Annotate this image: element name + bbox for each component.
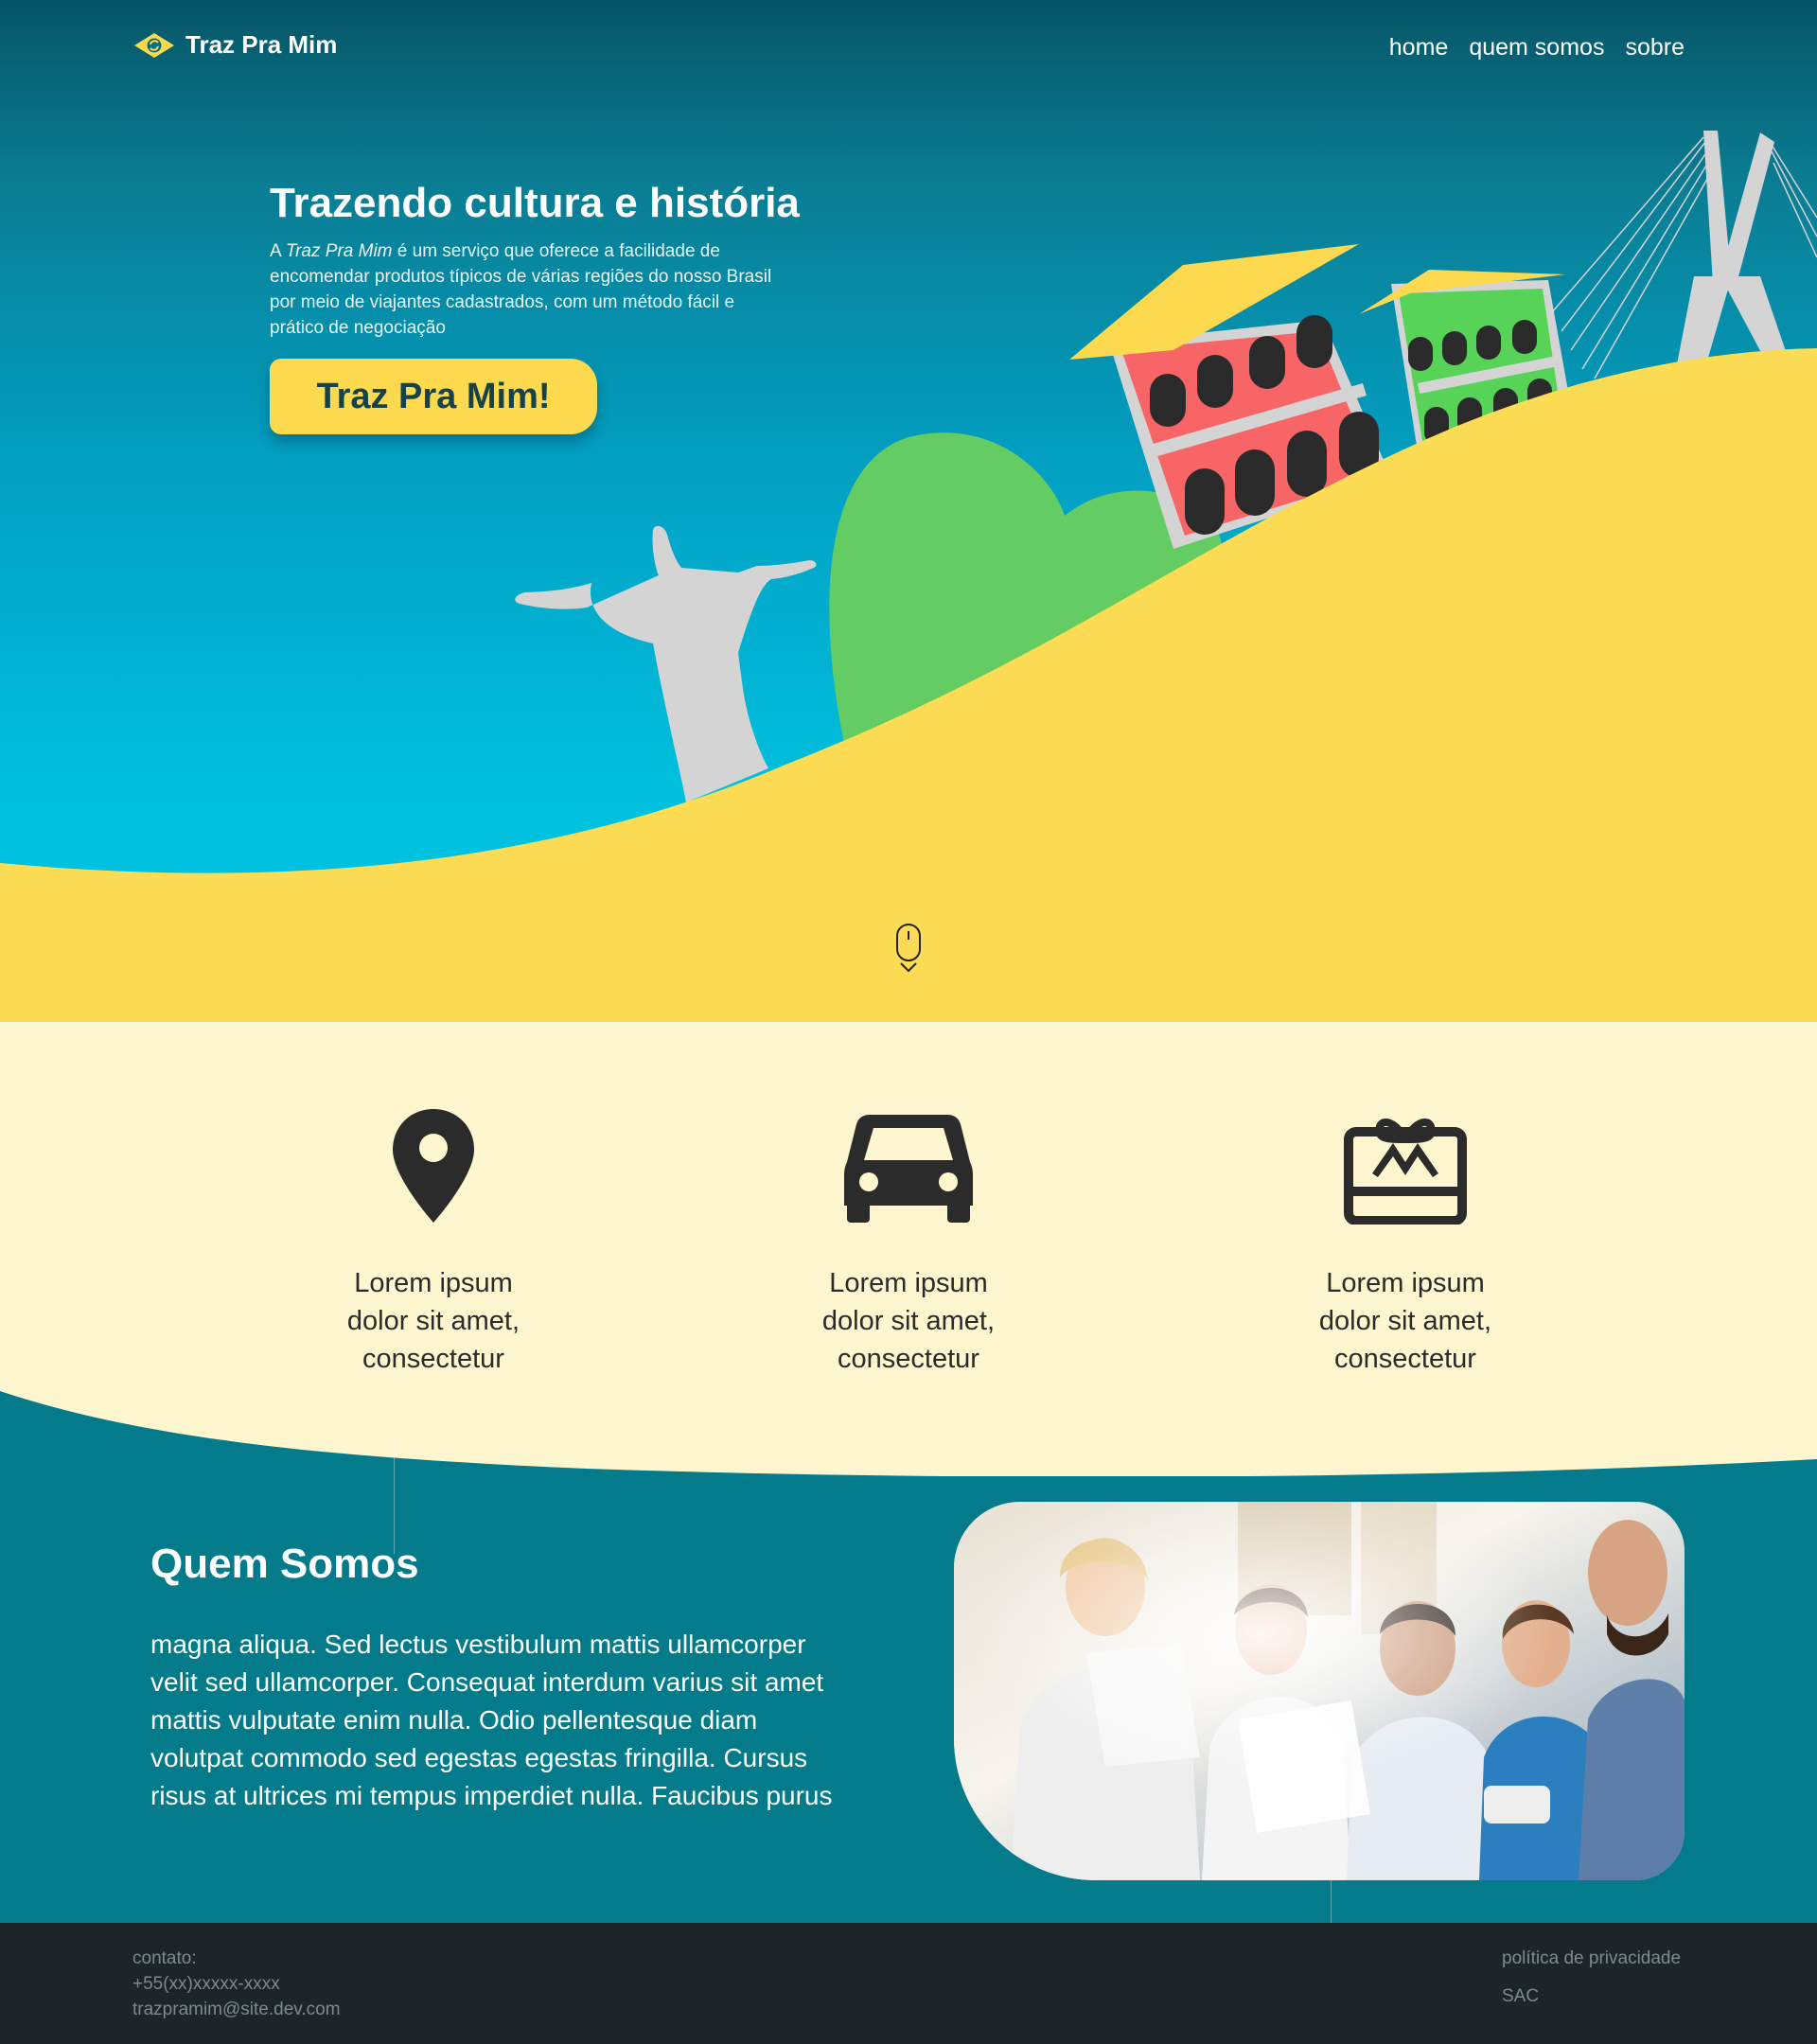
hero-section: Traz Pra Mim home quem somos sobre Traze… (0, 0, 1817, 1022)
hero-desc-brand: Traz Pra Mim (285, 241, 393, 261)
feature-item: Lorem ipsum dolor sit amet, consectetur (1263, 1107, 1547, 1378)
bridge-illustration (1551, 131, 1817, 379)
feature-text: Lorem ipsum dolor sit amet, consectetur (1263, 1264, 1547, 1378)
feature-text-line: Lorem ipsum (829, 1268, 988, 1298)
feature-item: Lorem ipsum dolor sit amet, consectetur (291, 1107, 575, 1378)
contact-email[interactable]: trazpramim@site.dev.com (132, 1997, 341, 2022)
main-nav: home quem somos sobre (1389, 34, 1685, 62)
footer: contato: +55(xx)xxxxx-xxxx trazpramim@si… (0, 1923, 1817, 2044)
about-title: Quem Somos (150, 1541, 419, 1587)
decorative-line (394, 1440, 395, 1554)
footer-contact: contato: +55(xx)xxxxx-xxxx trazpramim@si… (132, 1946, 341, 2022)
contact-phone: +55(xx)xxxxx-xxxx (132, 1974, 280, 1994)
about-text: magna aliqua. Sed lectus vestibulum matt… (150, 1630, 833, 1810)
feature-text-line: consectetur (362, 1344, 504, 1374)
traz-pra-mim-cta-button[interactable]: Traz Pra Mim! (270, 359, 597, 434)
map-pin-icon (393, 1109, 474, 1223)
car-icon (844, 1115, 973, 1223)
section-wave-divider (0, 1372, 1817, 1476)
brand-name: Traz Pra Mim (185, 30, 338, 59)
footer-links: política de privacidade SAC (1502, 1946, 1681, 2021)
feature-text-line: dolor sit amet, (1318, 1306, 1492, 1336)
feature-text-line: dolor sit amet, (821, 1306, 996, 1336)
hero-illustration (0, 131, 1817, 1022)
feature-text-line: consectetur (838, 1344, 979, 1374)
feature-text: Lorem ipsum dolor sit amet, consectetur (291, 1264, 575, 1378)
christ-the-redeemer-statue (515, 525, 817, 802)
feature-text-line: consectetur (1334, 1344, 1476, 1374)
nav-home-link[interactable]: home (1389, 34, 1449, 62)
brazil-flag-logo-icon (134, 32, 174, 58)
feature-item: Lorem ipsum dolor sit amet, consectetur (767, 1107, 1050, 1378)
feature-text-line: Lorem ipsum (354, 1268, 513, 1298)
hero-desc-prefix: A (270, 241, 286, 261)
contact-label: contato: (132, 1948, 197, 1968)
scroll-down-mouse-icon[interactable] (893, 924, 924, 973)
feature-text-line: Lorem ipsum (1326, 1268, 1485, 1298)
brand-logo[interactable]: Traz Pra Mim (132, 30, 337, 60)
feature-text-line: dolor sit amet, (346, 1306, 520, 1336)
team-photo-illustration (954, 1502, 1685, 1880)
nav-sobre-link[interactable]: sobre (1625, 34, 1685, 62)
hero-title: Trazendo cultura e história (270, 180, 800, 226)
gift-card-icon (1344, 1119, 1467, 1225)
sac-link[interactable]: SAC (1502, 1983, 1681, 2009)
team-photo (954, 1502, 1685, 1880)
nav-quem-somos-link[interactable]: quem somos (1469, 34, 1604, 62)
hero-description: A Traz Pra Mim é um serviço que oferece … (270, 238, 781, 341)
feature-text: Lorem ipsum dolor sit amet, consectetur (767, 1264, 1050, 1378)
privacy-policy-link[interactable]: política de privacidade (1502, 1946, 1681, 1971)
